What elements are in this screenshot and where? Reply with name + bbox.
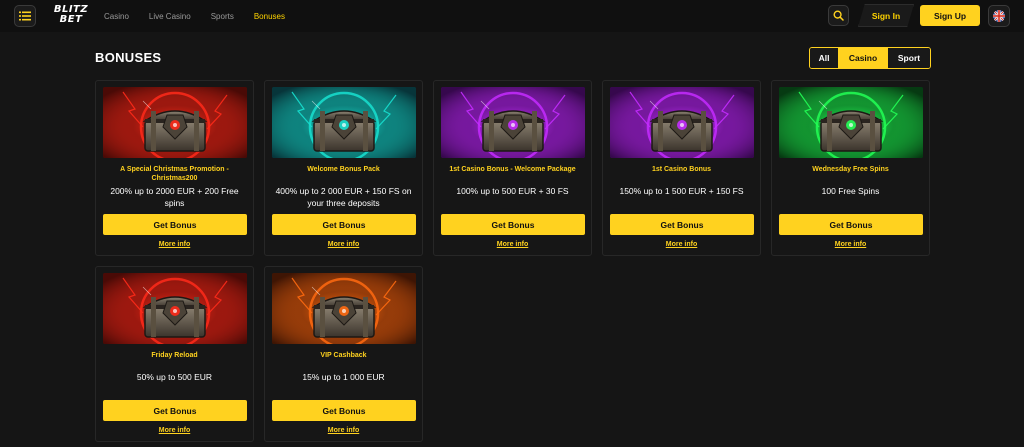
bonus-card-title: 1st Casino Bonus: [651, 166, 712, 173]
bonus-card: 1st Casino Bonus - Welcome Package 100% …: [433, 80, 592, 256]
bonus-card-image[interactable]: [103, 87, 247, 158]
bonus-card-image[interactable]: [441, 87, 585, 158]
nav-sports[interactable]: Sports: [211, 12, 234, 21]
get-bonus-button[interactable]: Get Bonus: [272, 214, 416, 235]
more-info-link[interactable]: More info: [265, 427, 422, 434]
filter-all[interactable]: All: [810, 48, 839, 68]
sign-in-wrapper: Sign In: [858, 4, 914, 27]
more-info-link[interactable]: More info: [96, 427, 253, 434]
page-title: BONUSES: [95, 50, 162, 65]
sign-up-button[interactable]: Sign Up: [920, 5, 980, 26]
more-info-link[interactable]: More info: [434, 241, 591, 248]
nav-bonuses[interactable]: Bonuses: [254, 12, 285, 21]
bonus-card-description: 100% up to 500 EUR + 30 FS: [456, 186, 569, 196]
top-header: BLITZ BET Casino Live Casino Sports Bonu…: [0, 0, 1024, 32]
bonus-card-image[interactable]: [272, 87, 416, 158]
treasure-chest-image: [441, 87, 585, 158]
menu-button[interactable]: [14, 5, 36, 27]
uk-flag-icon: [993, 10, 1005, 22]
bonus-card-description: 100 Free Spins: [821, 186, 880, 196]
bonus-card-image[interactable]: [610, 87, 754, 158]
get-bonus-button[interactable]: Get Bonus: [103, 400, 247, 421]
treasure-chest-image: [610, 87, 754, 158]
more-info-link[interactable]: More info: [772, 241, 929, 248]
bonus-card-description: 200% up to 2000 EUR + 200 Free spins: [110, 186, 239, 208]
brand-logo[interactable]: BLITZ BET: [48, 5, 94, 27]
get-bonus-button[interactable]: Get Bonus: [441, 214, 585, 235]
get-bonus-button[interactable]: Get Bonus: [610, 214, 754, 235]
search-button[interactable]: [828, 5, 849, 26]
bonus-card-image[interactable]: [103, 273, 247, 344]
bonus-filter: All Casino Sport: [809, 47, 931, 69]
sign-in-button[interactable]: Sign In: [858, 4, 914, 27]
bonus-card-title: Friday Reload: [151, 352, 198, 359]
bonus-card: 1st Casino Bonus 150% up to 1 500 EUR + …: [602, 80, 761, 256]
bonus-card-title: Wednesday Free Spins: [812, 166, 889, 173]
bonus-card-title: Welcome Bonus Pack: [307, 166, 380, 173]
search-icon: [833, 10, 844, 21]
treasure-chest-image: [103, 87, 247, 158]
treasure-chest-image: [272, 273, 416, 344]
bonus-card-description: 150% up to 1 500 EUR + 150 FS: [619, 186, 744, 196]
bonus-card-title: VIP Cashback: [320, 352, 367, 359]
more-info-link[interactable]: More info: [603, 241, 760, 248]
language-button[interactable]: [988, 5, 1010, 27]
bonus-card-title: 1st Casino Bonus - Welcome Package: [449, 166, 576, 173]
bonus-card: A Special Christmas Promotion - Christma…: [95, 80, 254, 256]
treasure-chest-image: [272, 87, 416, 158]
bonus-card-description: 50% up to 500 EUR: [136, 372, 213, 382]
nav-live-casino[interactable]: Live Casino: [149, 12, 191, 21]
more-info-link[interactable]: More info: [265, 241, 422, 248]
main-nav: Casino Live Casino Sports Bonuses: [104, 0, 305, 32]
treasure-chest-image: [779, 87, 923, 158]
bonus-card-image[interactable]: [272, 273, 416, 344]
bonus-card-description: 15% up to 1 000 EUR: [302, 372, 385, 382]
more-info-link[interactable]: More info: [96, 241, 253, 248]
bonus-card-description: 400% up to 2 000 EUR + 150 FS on your th…: [275, 186, 412, 208]
filter-casino[interactable]: Casino: [839, 48, 887, 68]
get-bonus-button[interactable]: Get Bonus: [272, 400, 416, 421]
get-bonus-button[interactable]: Get Bonus: [779, 214, 923, 235]
bonus-card: VIP Cashback 15% up to 1 000 EUR Get Bon…: [264, 266, 423, 442]
logo-line-2: BET: [59, 14, 83, 25]
bonus-card-title: A Special Christmas Promotion - Christma…: [120, 166, 229, 182]
filter-sport[interactable]: Sport: [887, 48, 930, 68]
bonus-card: Welcome Bonus Pack 400% up to 2 000 EUR …: [264, 80, 423, 256]
bonus-card-image[interactable]: [779, 87, 923, 158]
get-bonus-button[interactable]: Get Bonus: [103, 214, 247, 235]
treasure-chest-image: [103, 273, 247, 344]
nav-casino[interactable]: Casino: [104, 12, 129, 21]
hamburger-icon: [19, 11, 31, 21]
bonus-card: Friday Reload 50% up to 500 EUR Get Bonu…: [95, 266, 254, 442]
bonus-card: Wednesday Free Spins 100 Free Spins Get …: [771, 80, 930, 256]
